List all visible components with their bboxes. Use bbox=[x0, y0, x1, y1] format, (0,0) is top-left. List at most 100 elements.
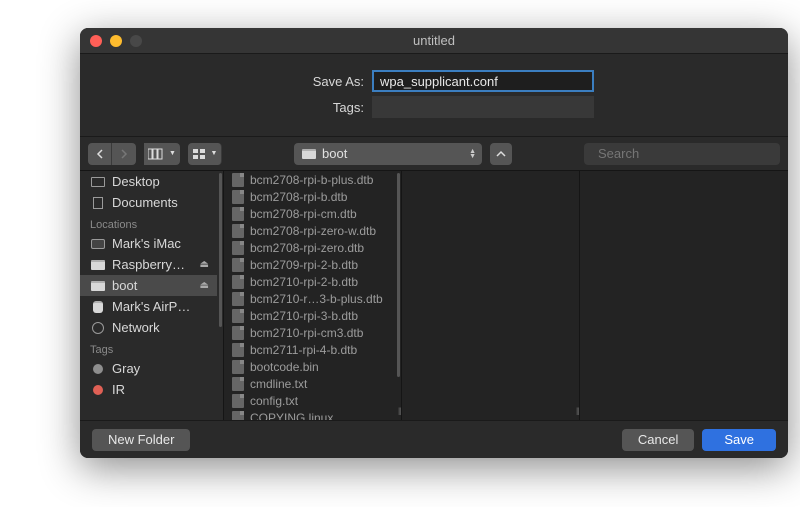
sidebar-tag-item[interactable]: IR bbox=[80, 379, 217, 400]
group-icon bbox=[192, 148, 208, 160]
zoom-window-button bbox=[130, 35, 142, 47]
file-icon bbox=[232, 326, 244, 340]
file-icon bbox=[232, 309, 244, 323]
file-item[interactable]: bcm2708-rpi-b-plus.dtb bbox=[224, 171, 395, 188]
group-button[interactable]: ▼ bbox=[188, 143, 222, 165]
nav-buttons bbox=[88, 143, 136, 165]
minimize-window-button[interactable] bbox=[110, 35, 122, 47]
tags-label: Tags: bbox=[274, 100, 364, 115]
sidebar-item[interactable]: Raspberry…⏏ bbox=[80, 254, 217, 275]
file-name: cmdline.txt bbox=[250, 377, 307, 391]
file-icon bbox=[232, 377, 244, 391]
footer: New Folder Cancel Save bbox=[80, 420, 788, 458]
columns-icon bbox=[148, 148, 166, 160]
file-name: bcm2710-r…3-b-plus.dtb bbox=[250, 292, 383, 306]
window-controls bbox=[90, 35, 142, 47]
file-icon bbox=[232, 190, 244, 204]
drive-icon bbox=[90, 259, 106, 271]
save-dialog: untitled Save As: Tags: bbox=[80, 28, 788, 458]
file-icon bbox=[232, 360, 244, 374]
new-folder-button[interactable]: New Folder bbox=[92, 429, 190, 451]
file-browser: DesktopDocuments Locations Mark's iMacRa… bbox=[80, 171, 788, 420]
titlebar: untitled bbox=[80, 28, 788, 54]
sidebar-item-label: boot bbox=[112, 278, 137, 293]
path-label: boot bbox=[322, 146, 347, 161]
tag-dot-icon bbox=[90, 384, 106, 396]
sidebar-tag-item[interactable]: Gray bbox=[80, 358, 217, 379]
save-form: Save As: Tags: bbox=[80, 54, 788, 137]
back-button[interactable] bbox=[88, 143, 112, 165]
toolbar: ▼ ▼ boot ▲▼ bbox=[80, 137, 788, 171]
file-icon bbox=[232, 275, 244, 289]
chevron-right-icon bbox=[120, 149, 128, 159]
file-item[interactable]: bcm2710-r…3-b-plus.dtb bbox=[224, 290, 395, 307]
sidebar: DesktopDocuments Locations Mark's iMacRa… bbox=[80, 171, 224, 420]
file-item[interactable]: bcm2708-rpi-b.dtb bbox=[224, 188, 395, 205]
file-name: bcm2708-rpi-zero-w.dtb bbox=[250, 224, 376, 238]
file-name: bcm2708-rpi-cm.dtb bbox=[250, 207, 357, 221]
file-icon bbox=[232, 173, 244, 187]
tag-dot-icon bbox=[90, 363, 106, 375]
parent-folder-button[interactable] bbox=[490, 143, 512, 165]
forward-button[interactable] bbox=[112, 143, 136, 165]
file-item[interactable]: bootcode.bin bbox=[224, 358, 395, 375]
path-dropdown[interactable]: boot ▲▼ bbox=[294, 143, 482, 165]
sidebar-item[interactable]: Desktop bbox=[80, 171, 217, 192]
file-item[interactable]: bcm2708-rpi-cm.dtb bbox=[224, 205, 395, 222]
sidebar-item-label: Mark's AirP… bbox=[112, 299, 190, 314]
sidebar-heading-tags: Tags bbox=[80, 338, 217, 358]
column-scrollbar[interactable] bbox=[397, 173, 400, 377]
save-button[interactable]: Save bbox=[702, 429, 776, 451]
view-mode-button[interactable]: ▼ bbox=[144, 143, 180, 165]
sidebar-item[interactable]: Network bbox=[80, 317, 217, 338]
file-item[interactable]: bcm2710-rpi-3-b.dtb bbox=[224, 307, 395, 324]
save-as-input[interactable] bbox=[372, 70, 594, 92]
sidebar-scrollbar[interactable] bbox=[219, 173, 222, 327]
file-item[interactable]: bcm2710-rpi-cm3.dtb bbox=[224, 324, 395, 341]
file-name: config.txt bbox=[250, 394, 298, 408]
file-name: bootcode.bin bbox=[250, 360, 319, 374]
file-item[interactable]: bcm2711-rpi-4-b.dtb bbox=[224, 341, 395, 358]
file-icon bbox=[232, 224, 244, 238]
file-item[interactable]: COPYING.linux bbox=[224, 409, 395, 420]
network-icon bbox=[90, 322, 106, 334]
eject-icon[interactable]: ⏏ bbox=[200, 280, 209, 291]
file-icon bbox=[232, 207, 244, 221]
file-icon bbox=[232, 258, 244, 272]
column-resize-handle[interactable]: ‖ bbox=[576, 407, 580, 418]
sidebar-item-label: Gray bbox=[112, 361, 140, 376]
file-name: bcm2709-rpi-2-b.dtb bbox=[250, 258, 358, 272]
file-item[interactable]: bcm2709-rpi-2-b.dtb bbox=[224, 256, 395, 273]
file-name: bcm2710-rpi-2-b.dtb bbox=[250, 275, 358, 289]
document-icon bbox=[90, 197, 106, 209]
file-icon bbox=[232, 394, 244, 408]
chevron-left-icon bbox=[96, 149, 104, 159]
desktop-icon bbox=[90, 176, 106, 188]
file-item[interactable]: bcm2708-rpi-zero-w.dtb bbox=[224, 222, 395, 239]
sidebar-item[interactable]: Mark's AirP… bbox=[80, 296, 217, 317]
file-item[interactable]: bcm2710-rpi-2-b.dtb bbox=[224, 273, 395, 290]
sidebar-item-label: Documents bbox=[112, 195, 178, 210]
tags-input[interactable] bbox=[372, 96, 594, 118]
sidebar-item[interactable]: boot ⏏ bbox=[80, 275, 217, 296]
file-name: COPYING.linux bbox=[250, 411, 333, 421]
eject-icon[interactable]: ⏏ bbox=[200, 259, 209, 270]
file-item[interactable]: config.txt bbox=[224, 392, 395, 409]
cancel-button[interactable]: Cancel bbox=[622, 429, 694, 451]
search-field[interactable] bbox=[584, 143, 780, 165]
file-item[interactable]: bcm2708-rpi-zero.dtb bbox=[224, 239, 395, 256]
file-icon bbox=[232, 411, 244, 421]
airport-icon bbox=[90, 301, 106, 313]
close-window-button[interactable] bbox=[90, 35, 102, 47]
chevron-updown-icon: ▲▼ bbox=[469, 149, 476, 159]
sidebar-item[interactable]: Documents bbox=[80, 192, 217, 213]
sidebar-item-label: Desktop bbox=[112, 174, 160, 189]
file-name: bcm2711-rpi-4-b.dtb bbox=[250, 343, 357, 357]
file-item[interactable]: cmdline.txt bbox=[224, 375, 395, 392]
file-icon bbox=[232, 343, 244, 357]
file-name: bcm2710-rpi-3-b.dtb bbox=[250, 309, 358, 323]
sidebar-item[interactable]: Mark's iMac bbox=[80, 233, 217, 254]
sidebar-item-label: Mark's iMac bbox=[112, 236, 181, 251]
drive-icon bbox=[302, 149, 316, 159]
search-input[interactable] bbox=[598, 146, 774, 161]
